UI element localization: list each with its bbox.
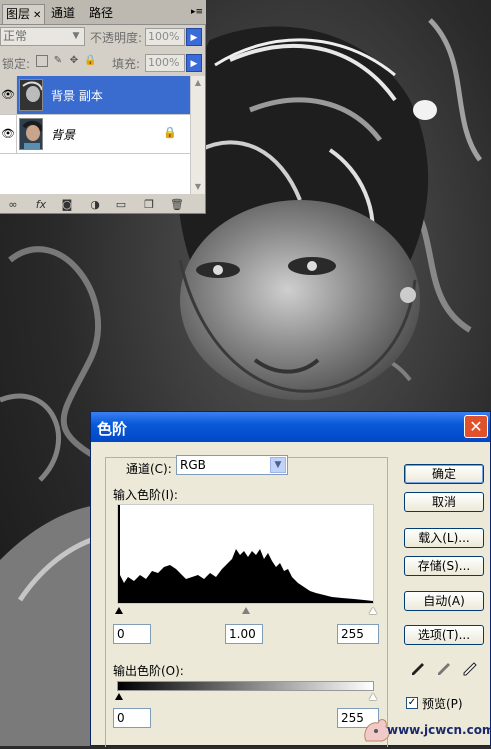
output-levels-label: 输出色阶(O): — [113, 664, 184, 678]
output-gradient — [117, 681, 374, 691]
blend-opacity-row: 正常 ▼ 不透明度: 100% ▶ — [0, 26, 206, 48]
opacity-slider-button[interactable]: ▶ — [186, 28, 202, 46]
input-levels-label: 输入色阶(I): — [113, 488, 178, 502]
options-button[interactable]: 选项(T)... — [404, 625, 484, 645]
watermark-text: www.jcwcn.com — [387, 723, 491, 737]
adjustment-icon[interactable]: ◑ — [88, 198, 102, 212]
chevron-down-icon: ▼ — [270, 457, 286, 473]
mask-icon[interactable]: ◙ — [60, 198, 74, 212]
histogram — [117, 504, 374, 604]
layer-list-scrollbar[interactable]: ▲ ▼ — [190, 76, 205, 194]
output-black-slider[interactable] — [115, 693, 123, 700]
panel-tabs: 图层 ✕ 通道 路径 ▸≡ — [0, 0, 206, 25]
input-black-field[interactable]: 0 — [113, 624, 151, 644]
eye-icon[interactable]: 👁 — [0, 76, 17, 114]
lock-label: 锁定: — [2, 57, 31, 71]
gray-eyedropper-icon[interactable] — [437, 662, 451, 680]
layer-thumbnail — [19, 79, 43, 111]
channel-label: 通道(C): — [126, 462, 172, 476]
lock-icon: 🔒 — [163, 126, 177, 139]
tab-channels[interactable]: 通道 — [48, 4, 78, 23]
preview-checkbox[interactable]: ✓ — [406, 697, 418, 709]
layer-thumbnail — [19, 118, 43, 150]
eye-icon[interactable]: 👁 — [0, 115, 17, 153]
lock-all-icon[interactable]: 🔒 — [84, 55, 96, 67]
close-tab-icon[interactable]: ✕ — [33, 10, 41, 21]
channel-select[interactable]: RGB ▼ — [176, 455, 288, 475]
chevron-down-icon: ▼ — [72, 31, 80, 41]
fx-icon[interactable]: fx — [32, 198, 50, 212]
input-gamma-field[interactable]: 1.00 — [225, 624, 263, 644]
layers-panel: 图层 ✕ 通道 路径 ▸≡ 正常 ▼ 不透明度: 100% ▶ 锁定: ✎ ✥ 🔒 … — [0, 0, 206, 214]
opacity-input[interactable]: 100% — [145, 28, 185, 46]
scroll-down-icon[interactable]: ▼ — [191, 180, 205, 194]
layer-row-background[interactable]: 👁 背景 🔒 — [0, 115, 190, 154]
levels-dialog: 色阶 ✕ 通道(C): RGB ▼ 输入色阶(I): 0 1.00 255 输出色… — [90, 411, 491, 747]
input-white-slider[interactable] — [369, 607, 377, 614]
preview-label: 预览(P) — [422, 697, 463, 711]
folder-icon[interactable]: ▭ — [114, 198, 128, 212]
layers-bottom-toolbar: ∞ fx ◙ ◑ ▭ ❐ 🗑 — [0, 196, 206, 214]
tab-layers[interactable]: 图层 ✕ — [2, 4, 46, 24]
black-eyedropper-icon[interactable] — [411, 662, 425, 680]
lock-paint-icon[interactable]: ✎ — [52, 55, 64, 67]
layer-name: 背景 — [51, 128, 76, 142]
fill-label: 填充: — [112, 57, 141, 71]
cancel-button[interactable]: 取消 — [404, 492, 484, 512]
panel-menu-icon[interactable]: ▸≡ — [190, 5, 204, 20]
tab-paths[interactable]: 路径 — [86, 4, 116, 23]
layer-row-background-copy[interactable]: 👁 背景 副本 — [0, 76, 190, 115]
dialog-title: 色阶 — [97, 420, 128, 438]
histogram-graph — [118, 505, 373, 603]
output-white-slider[interactable] — [369, 693, 377, 700]
layer-name: 背景 副本 — [51, 89, 103, 103]
trash-icon[interactable]: 🗑 — [170, 198, 184, 212]
auto-button[interactable]: 自动(A) — [404, 591, 484, 611]
new-layer-icon[interactable]: ❐ — [142, 198, 156, 212]
ok-button[interactable]: 确定 — [404, 464, 484, 484]
close-button[interactable]: ✕ — [464, 415, 488, 438]
fill-slider-button[interactable]: ▶ — [186, 54, 202, 72]
lock-move-icon[interactable]: ✥ — [68, 55, 80, 67]
link-icon[interactable]: ∞ — [4, 198, 22, 212]
layer-list: 👁 背景 副本 👁 背景 🔒 — [0, 76, 190, 194]
scroll-up-icon[interactable]: ▲ — [191, 76, 205, 90]
load-button[interactable]: 载入(L)... — [404, 528, 484, 548]
lock-fill-row: 锁定: ✎ ✥ 🔒 填充: 100% ▶ — [0, 51, 206, 73]
save-button[interactable]: 存储(S)... — [404, 556, 484, 576]
input-white-field[interactable]: 255 — [337, 624, 379, 644]
input-black-slider[interactable] — [115, 607, 123, 614]
blend-mode-select[interactable]: 正常 ▼ — [0, 27, 85, 46]
fill-input[interactable]: 100% — [145, 54, 185, 72]
white-eyedropper-icon[interactable] — [463, 662, 477, 680]
lock-transparency-icon[interactable] — [36, 55, 48, 67]
dialog-titlebar[interactable]: 色阶 ✕ — [91, 412, 490, 442]
output-black-field[interactable]: 0 — [113, 708, 151, 728]
input-gamma-slider[interactable] — [242, 607, 250, 614]
opacity-label: 不透明度: — [90, 31, 143, 45]
